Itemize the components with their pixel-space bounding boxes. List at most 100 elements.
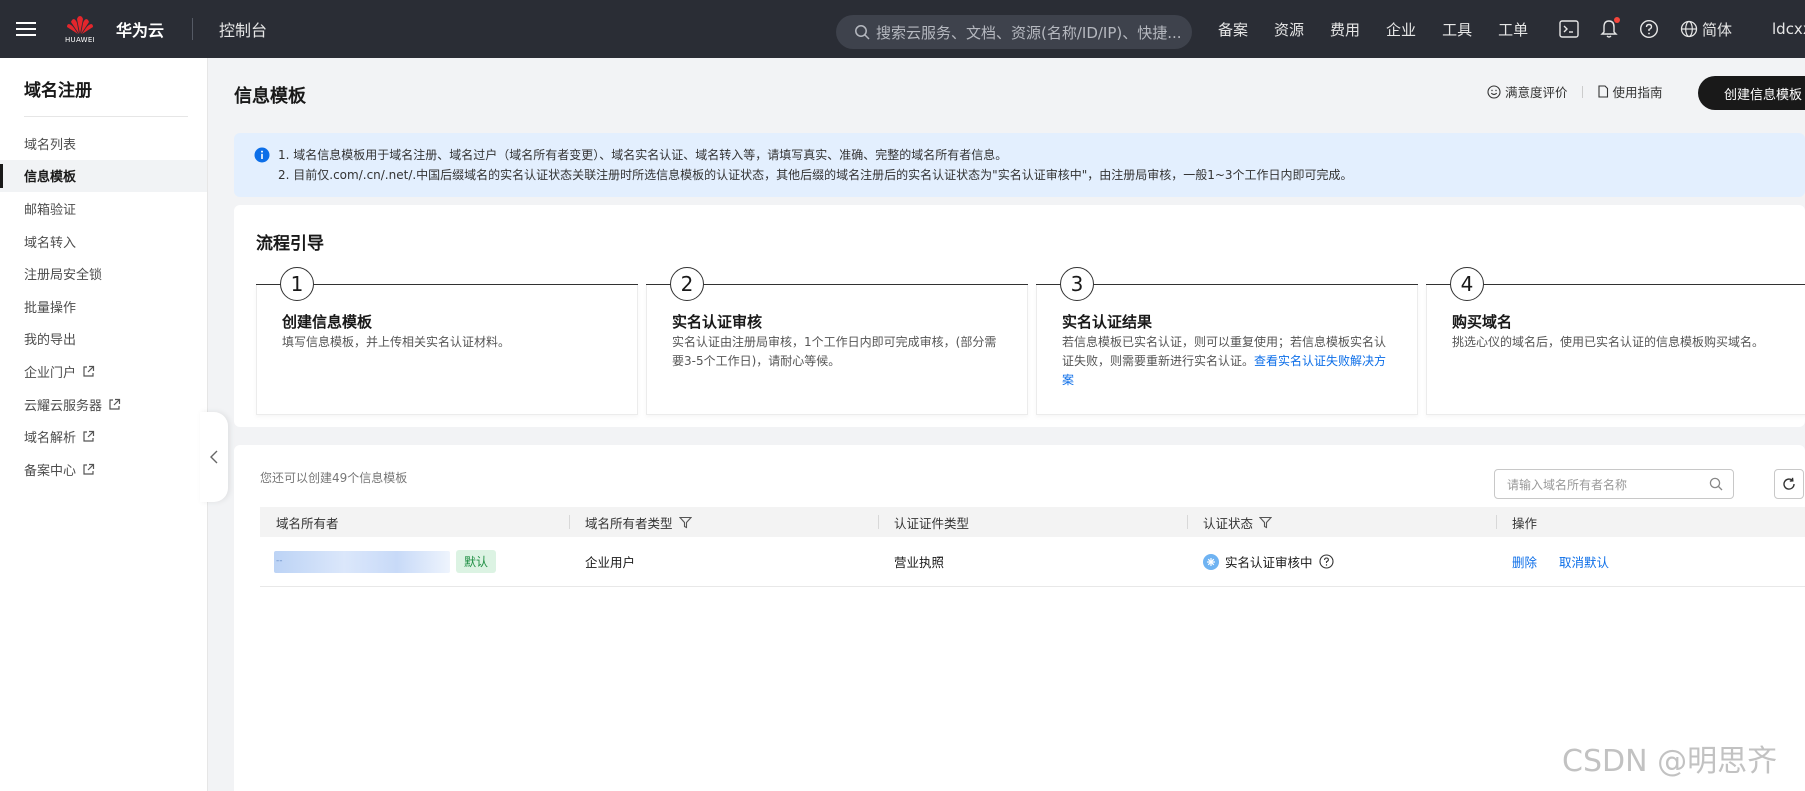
remaining-count: 您还可以创建49个信息模板	[260, 471, 408, 485]
sidebar-item-label: 备案中心	[24, 463, 77, 479]
sidebar-item-email-verify[interactable]: 邮箱验证	[0, 192, 207, 225]
sidebar-item-info-template[interactable]: 信息模板	[0, 159, 207, 193]
nav-enterprise[interactable]: 企业	[1386, 19, 1416, 40]
sidebar-item-label: 我的导出	[24, 333, 77, 349]
watermark: CSDN @明思齐	[1562, 744, 1778, 779]
language-switch[interactable]: 简体	[1680, 19, 1732, 40]
search-placeholder: 搜索云服务、文档、资源(名称/ID/IP)、快捷...	[876, 23, 1182, 42]
smiley-icon	[1487, 84, 1501, 99]
step-description: 挑选心仪的域名后，使用已实名认证的信息模板购买域名。	[1452, 333, 1782, 352]
page-title: 信息模板	[234, 86, 306, 107]
rating-link[interactable]: 满意度评价	[1487, 82, 1568, 101]
step-description-text: 填写信息模板，并上传相关实名认证材料。	[282, 335, 511, 349]
sidebar-item-label: 域名转入	[24, 235, 77, 251]
step-number: 4	[1450, 267, 1484, 301]
nav-billing[interactable]: 费用	[1330, 19, 1360, 40]
help-icon[interactable]	[1636, 16, 1662, 42]
cert-type-value: 营业执照	[894, 555, 945, 570]
sidebar-collapse-button[interactable]	[200, 412, 228, 502]
filter-icon[interactable]	[678, 516, 692, 529]
actions-cell: 删除 取消默认	[1496, 537, 1805, 587]
sidebar-item-label: 注册局安全锁	[24, 268, 103, 284]
step-title: 购买域名	[1452, 313, 1513, 331]
owner-type-value: 企业用户	[585, 555, 636, 570]
console-link[interactable]: 控制台	[219, 17, 267, 41]
divider	[192, 18, 194, 40]
cloud-shell-icon[interactable]	[1556, 16, 1582, 42]
redacted-owner-name: --	[274, 550, 450, 573]
sidebar-item-ecs-server[interactable]: 云耀云服务器	[0, 388, 207, 421]
info-notice: 1. 域名信息模板用于域名注册、域名过户（域名所有者变更）、域名实名认证、域名转…	[234, 133, 1805, 197]
create-template-button[interactable]: 创建信息模板	[1698, 76, 1805, 110]
delete-link[interactable]: 删除	[1512, 552, 1537, 571]
search-icon	[1709, 477, 1723, 491]
step-description: 实名认证由注册局审核，1个工作日内即可完成审核，(部分需要3-5个工作日)，请耐…	[672, 333, 1002, 371]
unset-default-link[interactable]: 取消默认	[1559, 552, 1609, 571]
main-content: 信息模板 满意度评价 使用指南 创建信息模板 1. 域名信息模板用于域名注册、域…	[234, 58, 1805, 791]
sidebar-item-beian-center[interactable]: 备案中心	[0, 453, 207, 486]
refresh-button[interactable]	[1774, 469, 1804, 499]
column-label: 认证状态	[1203, 515, 1254, 531]
flow-step: 1 创建信息模板 填写信息模板，并上传相关实名认证材料。	[256, 267, 638, 415]
page-header: 信息模板 满意度评价 使用指南 创建信息模板	[234, 58, 1805, 128]
brand[interactable]: HUAWEI 华为云	[52, 0, 164, 58]
step-number: 2	[670, 267, 704, 301]
sidebar-title: 域名注册	[24, 81, 92, 101]
guide-label: 使用指南	[1612, 85, 1663, 100]
owner-cell: -- 默认	[260, 537, 569, 587]
nav-beian[interactable]: 备案	[1218, 19, 1248, 40]
owner-search-input[interactable]: 请输入域名所有者名称	[1494, 469, 1734, 499]
sidebar-item-domain-transfer[interactable]: 域名转入	[0, 225, 207, 258]
table-header: 域名所有者 域名所有者类型 认证证件类型 认证状态 操作	[260, 507, 1805, 537]
sidebar-item-label: 信息模板	[24, 170, 77, 186]
logo-text: HUAWEI	[64, 35, 95, 44]
global-search-input[interactable]: 搜索云服务、文档、资源(名称/ID/IP)、快捷...	[836, 15, 1192, 49]
external-link-icon	[82, 463, 95, 476]
status-cell: 实名认证审核中	[1187, 537, 1496, 587]
external-link-icon	[82, 365, 95, 378]
external-link-icon	[108, 398, 121, 411]
sidebar-item-registry-lock[interactable]: 注册局安全锁	[0, 257, 207, 290]
sidebar: 域名注册 域名列表 信息模板 邮箱验证 域名转入 注册局安全锁 批量操作 我的导…	[0, 58, 208, 791]
sidebar-item-my-exports[interactable]: 我的导出	[0, 323, 207, 356]
user-account[interactable]: ldcxx	[1772, 20, 1805, 38]
sidebar-item-domain-list[interactable]: 域名列表	[0, 127, 207, 160]
guide-link[interactable]: 使用指南	[1597, 82, 1663, 101]
nav-tools[interactable]: 工具	[1442, 19, 1472, 40]
step-description-text: 实名认证由注册局审核，1个工作日内即可完成审核，(部分需要3-5个工作日)，请耐…	[672, 335, 997, 368]
nav-tickets[interactable]: 工单	[1498, 19, 1528, 40]
status-value: 实名认证审核中	[1225, 555, 1313, 570]
sidebar-item-label: 企业门户	[24, 365, 77, 381]
bell-icon[interactable]	[1596, 16, 1622, 42]
external-link-icon	[82, 430, 95, 443]
default-badge: 默认	[456, 550, 497, 573]
owner-type-cell: 企业用户	[569, 537, 878, 587]
search-icon	[855, 25, 870, 40]
nav-resources[interactable]: 资源	[1274, 19, 1304, 40]
help-icon[interactable]	[1318, 554, 1334, 569]
sidebar-item-label: 邮箱验证	[24, 202, 77, 218]
filter-icon[interactable]	[1259, 516, 1273, 529]
sidebar-item-batch-ops[interactable]: 批量操作	[0, 290, 207, 323]
step-description: 填写信息模板，并上传相关实名认证材料。	[282, 333, 612, 352]
column-label: 操作	[1512, 515, 1538, 531]
column-header-owner: 域名所有者	[260, 507, 569, 537]
owner-value: --	[276, 555, 283, 566]
sidebar-item-dns[interactable]: 域名解析	[0, 420, 207, 453]
top-nav: 备案 资源 费用 企业 工具 工单	[1218, 0, 1554, 58]
column-label: 域名所有者	[276, 515, 339, 531]
column-header-status: 认证状态	[1187, 507, 1496, 537]
notification-dot	[1614, 17, 1620, 23]
table-row: -- 默认 企业用户 营业执照 实名认证审核中 删除 取消默认	[260, 537, 1805, 587]
hamburger-menu-icon[interactable]	[0, 0, 52, 58]
sidebar-item-enterprise-portal[interactable]: 企业门户	[0, 355, 207, 388]
notice-line-2: 2. 目前仅.com/.cn/.net/.中国后缀域名的实名认证状态关联注册时所…	[278, 168, 1353, 182]
pending-status-icon	[1203, 553, 1219, 570]
sidebar-item-label: 域名解析	[24, 431, 77, 447]
step-title: 实名认证审核	[672, 313, 763, 331]
step-description: 若信息模板已实名认证，则可以重复使用；若信息模板实名认证失败，则需要重新进行实名…	[1062, 333, 1392, 390]
rating-label: 满意度评价	[1505, 85, 1568, 100]
brand-name: 华为云	[116, 21, 165, 40]
header-links: 满意度评价 使用指南	[1487, 82, 1663, 101]
refresh-icon	[1783, 477, 1795, 490]
